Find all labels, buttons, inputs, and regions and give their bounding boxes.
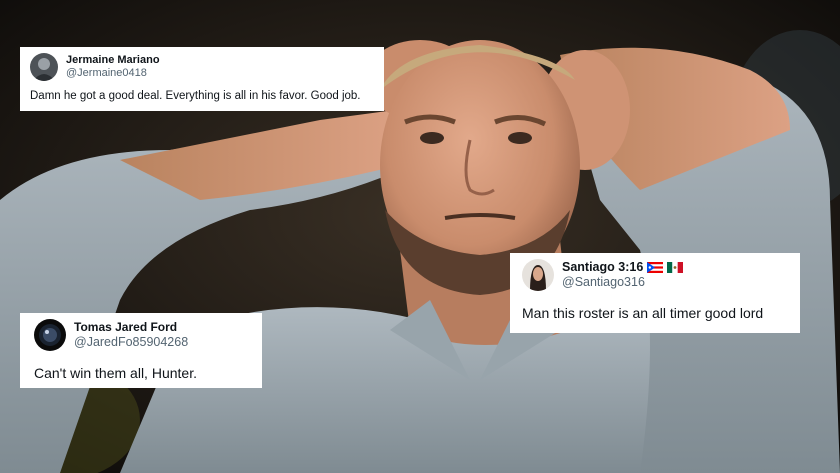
- author-name[interactable]: Jermaine Mariano: [66, 54, 160, 67]
- avatar[interactable]: [522, 259, 554, 291]
- author-handle[interactable]: @JaredFo85904268: [74, 335, 188, 350]
- author-name[interactable]: Santiago 3:16: [562, 260, 643, 275]
- tweet-header: Tomas Jared Ford @JaredFo85904268: [34, 319, 248, 351]
- tweet-header: Jermaine Mariano @Jermaine0418: [30, 53, 374, 81]
- avatar[interactable]: [30, 53, 58, 81]
- tweet-header: Santiago 3:16 @Santiago316: [522, 259, 788, 291]
- tweet-card-santiago[interactable]: Santiago 3:16 @Santiago316 Man this rost…: [510, 253, 800, 333]
- author-name[interactable]: Tomas Jared Ford: [74, 320, 188, 334]
- tweet-text: Damn he got a good deal. Everything is a…: [30, 90, 361, 102]
- tweet-text: Man this roster is an all timer good lor…: [522, 305, 764, 321]
- avatar[interactable]: [34, 319, 66, 351]
- puerto-rico-flag-icon: [647, 262, 664, 273]
- tweet-card-jermaine[interactable]: Jermaine Mariano @Jermaine0418 Damn he g…: [20, 47, 384, 111]
- mexico-flag-icon: [667, 262, 684, 273]
- tweet-card-tomas[interactable]: Tomas Jared Ford @JaredFo85904268 Can't …: [20, 313, 262, 388]
- author-handle[interactable]: @Santiago316: [562, 275, 683, 290]
- author-handle[interactable]: @Jermaine0418: [66, 67, 160, 80]
- tweet-text: Can't win them all, Hunter.: [34, 365, 197, 381]
